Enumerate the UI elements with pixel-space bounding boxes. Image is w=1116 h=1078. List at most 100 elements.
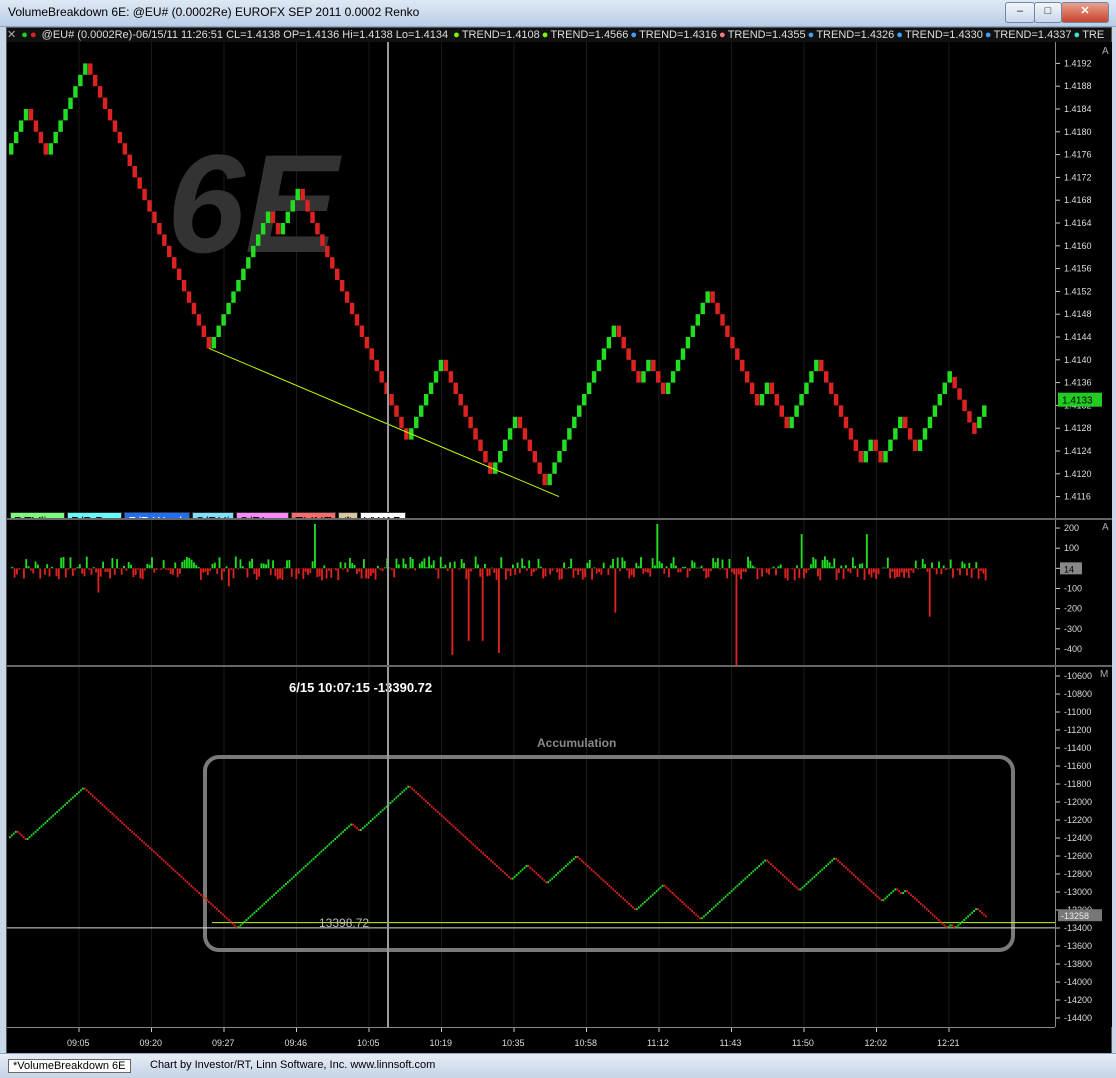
volume-bar — [507, 568, 509, 571]
volume-bar — [291, 568, 293, 577]
volume-bar — [505, 568, 507, 579]
accumulation-brick — [886, 896, 888, 898]
accumulation-brick — [881, 899, 883, 901]
price-axis[interactable]: 1.41921.41881.41841.41801.41761.41721.41… — [1055, 42, 1112, 518]
volume-bar — [908, 568, 910, 578]
low-value-label: 13398.72 — [319, 916, 369, 930]
volume-axis[interactable]: 2001000-100-200-300-40014A — [1055, 520, 1112, 665]
volume-bar — [358, 568, 360, 571]
accumulation-brick — [214, 906, 216, 908]
volume-bar — [230, 568, 232, 569]
price-brick — [379, 371, 383, 382]
price-brick — [873, 440, 877, 451]
volume-bar — [589, 560, 591, 568]
accumulation-brick — [115, 816, 117, 818]
volume-panel[interactable] — [7, 520, 1055, 665]
accumulation-brick — [508, 876, 510, 878]
accumulation-brick — [549, 879, 551, 881]
maximize-button[interactable]: □ — [1034, 2, 1062, 23]
accumulation-brick — [54, 813, 56, 815]
volume-bar — [486, 568, 488, 576]
accumulation-brick — [348, 825, 350, 827]
price-brick — [794, 405, 798, 416]
chart-tab[interactable]: *VolumeBreakdown 6E — [8, 1059, 131, 1073]
accumulation-brick — [877, 896, 879, 898]
accumulation-brick — [319, 852, 321, 854]
accumulation-brick — [121, 822, 123, 824]
accumulation-brick — [39, 827, 41, 829]
volume-bar — [214, 563, 216, 569]
accumulation-brick — [259, 906, 261, 908]
volume-bar — [279, 568, 281, 578]
volume-bar — [873, 568, 875, 572]
accumulation-brick — [884, 897, 886, 899]
volume-bar — [56, 568, 58, 576]
price-brick — [572, 417, 576, 428]
volume-bar — [670, 563, 672, 568]
volume-bar — [128, 562, 130, 568]
volume-bar — [207, 568, 209, 575]
accumulation-brick — [334, 838, 336, 840]
accumulation-brick — [123, 824, 125, 826]
volume-bar — [60, 558, 62, 569]
price-brick — [132, 166, 136, 177]
close-button[interactable]: ✕ — [1061, 2, 1109, 23]
minimize-button[interactable]: – — [1005, 2, 1035, 23]
accumulation-brick — [804, 885, 806, 887]
accumulation-brick — [175, 870, 177, 872]
accumulation-brick — [837, 860, 839, 862]
accumulation-brick — [841, 863, 843, 865]
volume-bar — [917, 568, 919, 569]
accumulation-brick — [463, 834, 465, 836]
accumulation-panel[interactable]: 6/15 10:07:15 -13390.72Accumulation13398… — [7, 667, 1055, 1027]
accumulation-brick — [705, 914, 707, 916]
volume-bar — [433, 560, 435, 568]
accumulation-brick — [599, 876, 601, 878]
accumulation-brick — [263, 903, 265, 905]
price-brick — [646, 360, 650, 371]
price-brick — [656, 371, 660, 382]
volume-bar — [37, 565, 39, 569]
legend-dot-green-icon: ● — [21, 29, 28, 41]
chart-window[interactable]: ✕ ●● @EU# (0.0002Re)-06/15/11 11:26:51 C… — [6, 27, 1112, 1054]
accumulation-brick — [210, 903, 212, 905]
price-brick — [701, 303, 705, 314]
accumulation-brick — [228, 919, 230, 921]
price-brick — [607, 337, 611, 348]
accumulation-axis[interactable]: -10600-10800-11000-11200-11400-11600-118… — [1055, 667, 1112, 1027]
legend-close-icon[interactable]: ✕ — [7, 29, 16, 41]
accumulation-brick — [190, 885, 192, 887]
volume-bar — [582, 568, 584, 579]
accumulation-brick — [963, 919, 965, 921]
accumulation-brick — [628, 903, 630, 905]
price-brick — [300, 189, 304, 200]
accumulation-brick — [514, 876, 516, 878]
accumulation-brick — [202, 896, 204, 898]
accumulation-brick — [129, 829, 131, 831]
accumulation-brick — [754, 869, 756, 871]
accumulation-brick — [955, 926, 957, 928]
volume-bar — [773, 567, 775, 569]
price-brick — [552, 462, 556, 473]
volume-bar — [775, 568, 777, 575]
accumulation-brick — [662, 885, 664, 887]
accumulation-brick — [934, 915, 936, 917]
accumulation-brick — [977, 908, 979, 910]
accumulation-brick — [577, 856, 579, 858]
volume-bar — [97, 568, 99, 592]
volume-bar — [342, 568, 344, 569]
accumulation-brick — [423, 798, 425, 800]
accumulation-brick — [226, 917, 228, 919]
accumulation-brick — [368, 822, 370, 824]
price-panel[interactable]: 6E DEVlineP/P DayP/P WeekS/RHiS/RLowTLIN… — [7, 42, 1055, 518]
price-brick — [819, 360, 823, 371]
volume-bar — [107, 568, 109, 572]
volume-bar — [512, 565, 514, 569]
price-brick — [350, 303, 354, 314]
accumulation-brick — [307, 863, 309, 865]
volume-bar — [784, 568, 786, 578]
time-label: 12:02 — [865, 1038, 888, 1048]
accumulation-brick — [311, 860, 313, 862]
time-label: 09:46 — [285, 1038, 308, 1048]
volume-bar — [798, 568, 800, 578]
